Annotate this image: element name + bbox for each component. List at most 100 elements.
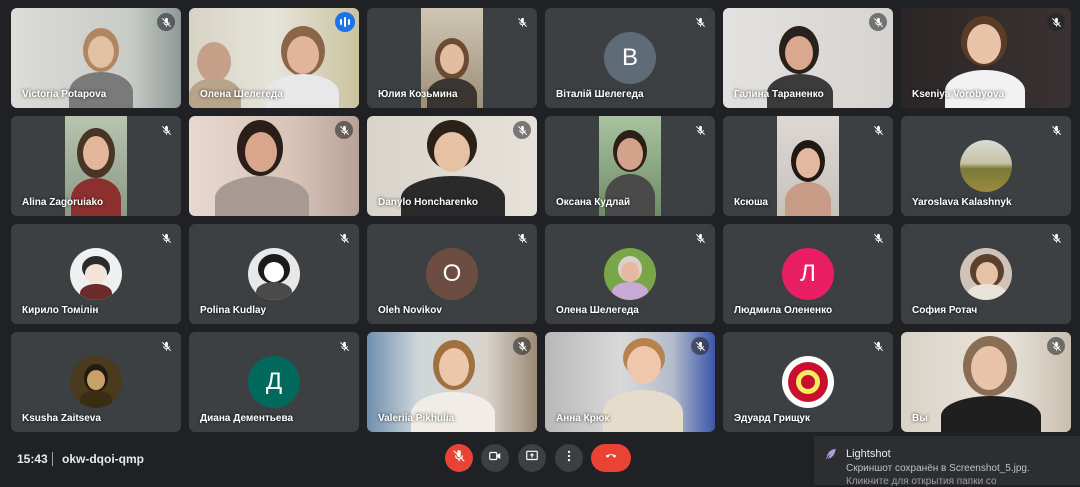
avatar [960,140,1012,192]
participant-video [777,116,839,216]
participant-tile[interactable]: Юлия Козьмина [367,8,537,108]
participant-name: Alina Zagoruiako [22,197,104,208]
mic-off-icon [452,449,466,468]
mic-muted-icon [335,337,353,355]
participant-name: Yaroslava Kalashnyk [912,197,1012,208]
avatar: В [604,32,656,84]
mic-muted-icon [691,229,709,247]
participant-tile[interactable]: София Ротач [901,224,1071,324]
participant-name: Ксюша [734,197,768,208]
toggle-camera-button[interactable] [481,444,509,472]
notification-text-secondary: Кликните для открытия папки со [846,476,997,487]
participant-tile[interactable] [189,116,359,216]
avatar: Л [782,248,834,300]
avatar [960,248,1012,300]
mic-muted-icon [691,121,709,139]
participant-tile[interactable]: Л Людмила Олененко [723,224,893,324]
participant-name: Олена Шелегеда [200,89,283,100]
participant-tile[interactable]: В Віталій Шелегеда [545,8,715,108]
participant-tile[interactable]: Оксана Кудлай [545,116,715,216]
participant-grid: Victoria Potapova Олена Шелегеда Юлия Ко… [11,8,1071,432]
participant-name: София Ротач [912,305,978,316]
avatar: Д [248,356,300,408]
avatar [604,248,656,300]
mic-muted-icon [869,121,887,139]
participant-name: Victoria Potapova [22,89,107,100]
participant-tile[interactable]: Polina Kudlay [189,224,359,324]
participant-tile-self[interactable]: Вы [901,332,1071,432]
mic-muted-icon [691,13,709,31]
participant-tile-active-speaker[interactable]: Олена Шелегеда [189,8,359,108]
participant-tile[interactable]: Alina Zagoruiako [11,116,181,216]
avatar: O [426,248,478,300]
participant-tile[interactable]: O Oleh Novikov [367,224,537,324]
mic-muted-icon [157,337,175,355]
mic-muted-icon [157,121,175,139]
mic-muted-icon [1047,121,1065,139]
clock: 15:43 [17,452,48,466]
notification-text: Скриншот сохранён в Screenshot_5.jpg. [846,463,1030,474]
lightshot-notification[interactable]: Lightshot Скриншот сохранён в Screenshot… [814,436,1080,487]
participant-name: Анна Крюк [556,413,610,424]
avatar [70,248,122,300]
end-call-button[interactable] [591,444,631,472]
mic-muted-icon [869,337,887,355]
participant-name: Danylo Honcharenko [378,197,479,208]
mic-muted-icon [157,229,175,247]
participant-tile[interactable]: Эдуард Грищук [723,332,893,432]
participant-name: Диана Дементьева [200,413,294,424]
mic-muted-icon [157,13,175,31]
end-call-icon [602,449,620,468]
participant-video [189,116,359,216]
participant-tile[interactable]: Д Диана Дементьева [189,332,359,432]
avatar [70,356,122,408]
participant-tile[interactable]: Ksusha Zaitseva [11,332,181,432]
mic-muted-icon [513,13,531,31]
mic-muted-icon [335,229,353,247]
speaking-indicator-icon [335,12,355,32]
participant-tile[interactable]: Олена Шелегеда [545,224,715,324]
participant-tile[interactable]: Kseniya Vorobyova [901,8,1071,108]
avatar [248,248,300,300]
mic-muted-icon [335,121,353,139]
more-options-icon [562,449,576,468]
participant-name: Вы [912,413,928,424]
participant-name: Кирило Томілін [22,305,99,316]
participant-tile[interactable]: Анна Крюк [545,332,715,432]
mic-muted-icon [869,229,887,247]
mic-muted-icon [691,337,709,355]
mic-muted-icon [1047,13,1065,31]
participant-name: Оксана Кудлай [556,197,631,208]
participant-name: Юлия Козьмина [378,89,458,100]
participant-tile[interactable]: Victoria Potapova [11,8,181,108]
present-screen-icon [525,449,539,468]
participant-tile[interactable]: Yaroslava Kalashnyk [901,116,1071,216]
meeting-code: okw-dqoi-qmp [62,452,144,466]
mic-muted-icon [1047,337,1065,355]
mic-muted-icon [513,229,531,247]
toggle-mic-button[interactable] [445,444,473,472]
divider [52,452,53,466]
mic-muted-icon [1047,229,1065,247]
participant-tile[interactable]: Кирило Томілін [11,224,181,324]
more-options-button[interactable] [555,444,583,472]
participant-tile[interactable]: Галина Тараненко [723,8,893,108]
participant-name: Эдуард Грищук [734,413,810,424]
participant-name: Ksusha Zaitseva [22,413,101,424]
participant-name: Олена Шелегеда [556,305,639,316]
participant-tile[interactable]: Valeriia Pikhulia [367,332,537,432]
participant-name: Людмила Олененко [734,305,833,316]
present-screen-button[interactable] [518,444,546,472]
participant-name: Polina Kudlay [200,305,267,316]
participant-tile[interactable]: Danylo Honcharenko [367,116,537,216]
participant-name: Галина Тараненко [734,89,824,100]
feather-icon [824,447,838,466]
camera-icon [488,449,502,468]
mic-muted-icon [513,337,531,355]
participant-name: Oleh Novikov [378,305,442,316]
participant-name: Віталій Шелегеда [556,89,644,100]
mic-muted-icon [513,121,531,139]
participant-name: Valeriia Pikhulia [378,413,455,424]
avatar [782,356,834,408]
participant-tile[interactable]: Ксюша [723,116,893,216]
